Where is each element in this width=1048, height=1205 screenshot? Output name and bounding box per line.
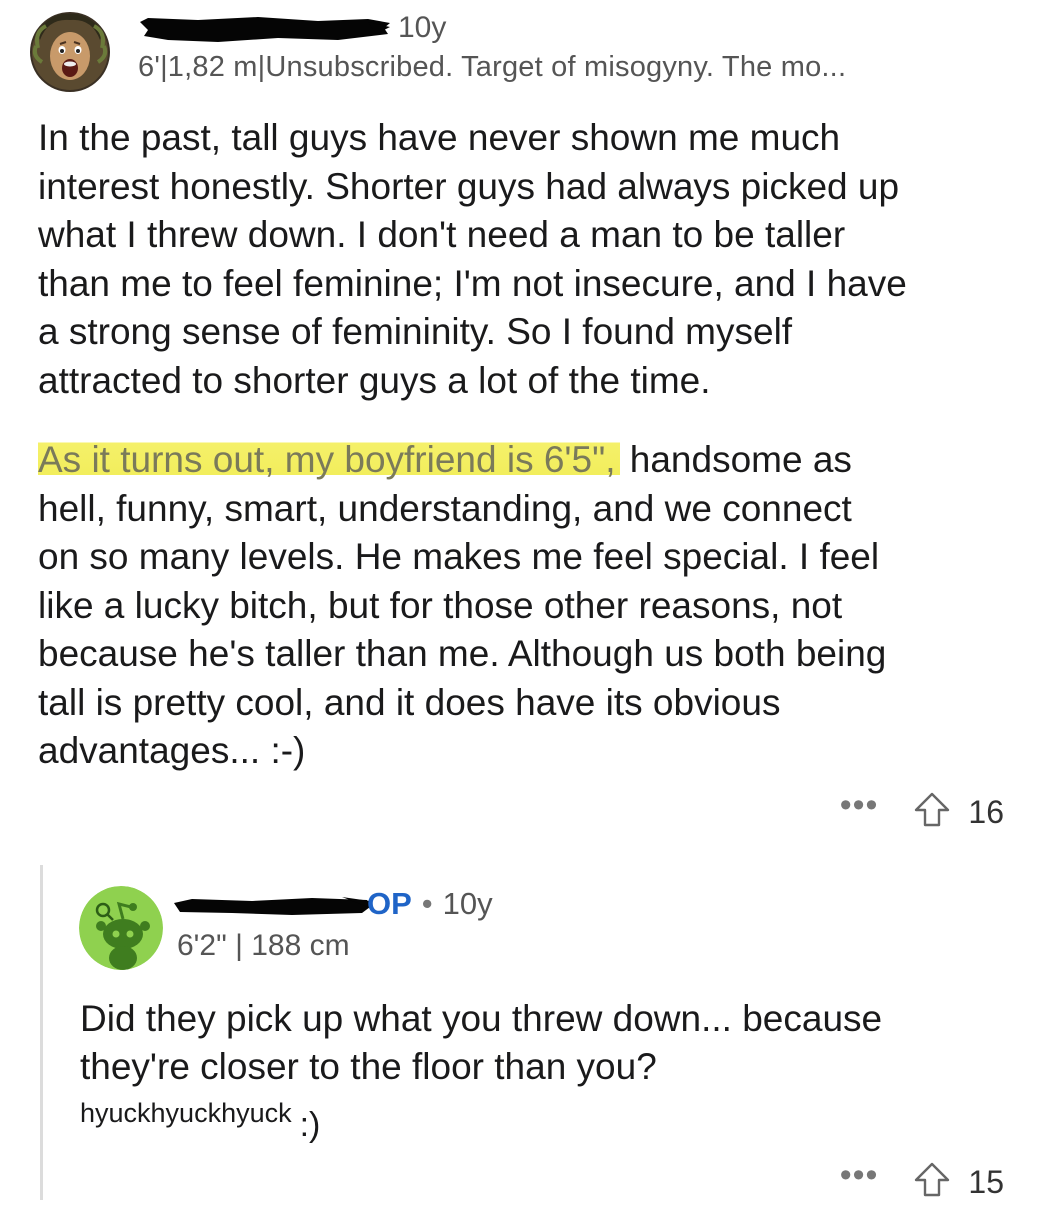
more-options-button[interactable]: •••	[840, 1158, 879, 1192]
op-tag: OP	[367, 886, 412, 921]
text-segment: handsome as	[619, 439, 852, 480]
reply-user-flair: 6'2" | 188 cm	[177, 929, 350, 962]
text-line: In the past, tall guys have never shown …	[38, 117, 841, 158]
upvote-arrow-icon[interactable]	[912, 1160, 952, 1205]
text-line: hell, funny, smart, understanding, and w…	[38, 487, 852, 529]
text-line: on so many levels. He makes me feel spec…	[38, 536, 880, 577]
reply-actions: ••• 15	[840, 1158, 1004, 1205]
redacted-username	[138, 14, 393, 46]
highlighted-text: As it turns out, my boyfriend is 6'5",	[38, 439, 620, 480]
text-line: tall is pretty cool, and it does have it…	[38, 681, 781, 723]
comment-age: 10y	[398, 11, 447, 44]
upvote-group: 16	[912, 790, 1004, 835]
comment-actions: ••• 16	[840, 788, 1004, 835]
text-line: advantages... :-)	[38, 730, 306, 771]
text-line: Did they pick up what you threw down... …	[80, 998, 883, 1039]
medusa-avatar-image	[30, 12, 110, 92]
reply-body: Did they pick up what you threw down... …	[80, 995, 882, 1091]
text-line: like a lucky bitch, but for those other …	[38, 584, 843, 626]
redacted-username	[172, 891, 372, 921]
reply-small-text-row: hyuckhyuckhyuck:)	[80, 1092, 320, 1144]
thread-line[interactable]	[40, 865, 43, 1200]
text-line: interest honestly. Shorter guys had alwa…	[38, 165, 900, 207]
separator: •	[421, 886, 433, 921]
reply-avatar[interactable]	[79, 886, 163, 970]
upvote-count: 16	[968, 794, 1004, 830]
upvote-count: 15	[968, 1164, 1004, 1200]
reply-meta: OP • 10y	[367, 886, 493, 922]
text-line: they're closer to the floor than you?	[80, 1046, 657, 1087]
reply-age: 10y	[442, 886, 493, 921]
more-options-button[interactable]: •••	[840, 788, 879, 822]
text-line: than me to feel feminine; I'm not insecu…	[38, 262, 907, 304]
snoo-avatar-icon	[79, 886, 163, 970]
comment-body-paragraph-2: As it turns out, my boyfriend is 6'5", h…	[38, 436, 886, 776]
text-line: a strong sense of femininity. So I found…	[38, 311, 793, 352]
avatar[interactable]	[30, 12, 110, 92]
small-text: hyuckhyuckhyuck	[80, 1098, 292, 1128]
text-line: what I threw down. I don't need a man to…	[38, 214, 846, 255]
comment-body-paragraph-1: In the past, tall guys have never shown …	[38, 114, 907, 405]
emoticon: :)	[299, 1106, 321, 1144]
upvote-group: 15	[912, 1160, 1004, 1205]
upvote-arrow-icon[interactable]	[912, 790, 952, 835]
text-line: because he's taller than me. Although us…	[38, 633, 887, 674]
text-line: attracted to shorter guys a lot of the t…	[38, 359, 711, 401]
user-flair: 6'|1,82 m|Unsubscribed. Target of misogy…	[138, 51, 847, 83]
text-line: As it turns out, my boyfriend is 6'5", h…	[38, 436, 886, 485]
